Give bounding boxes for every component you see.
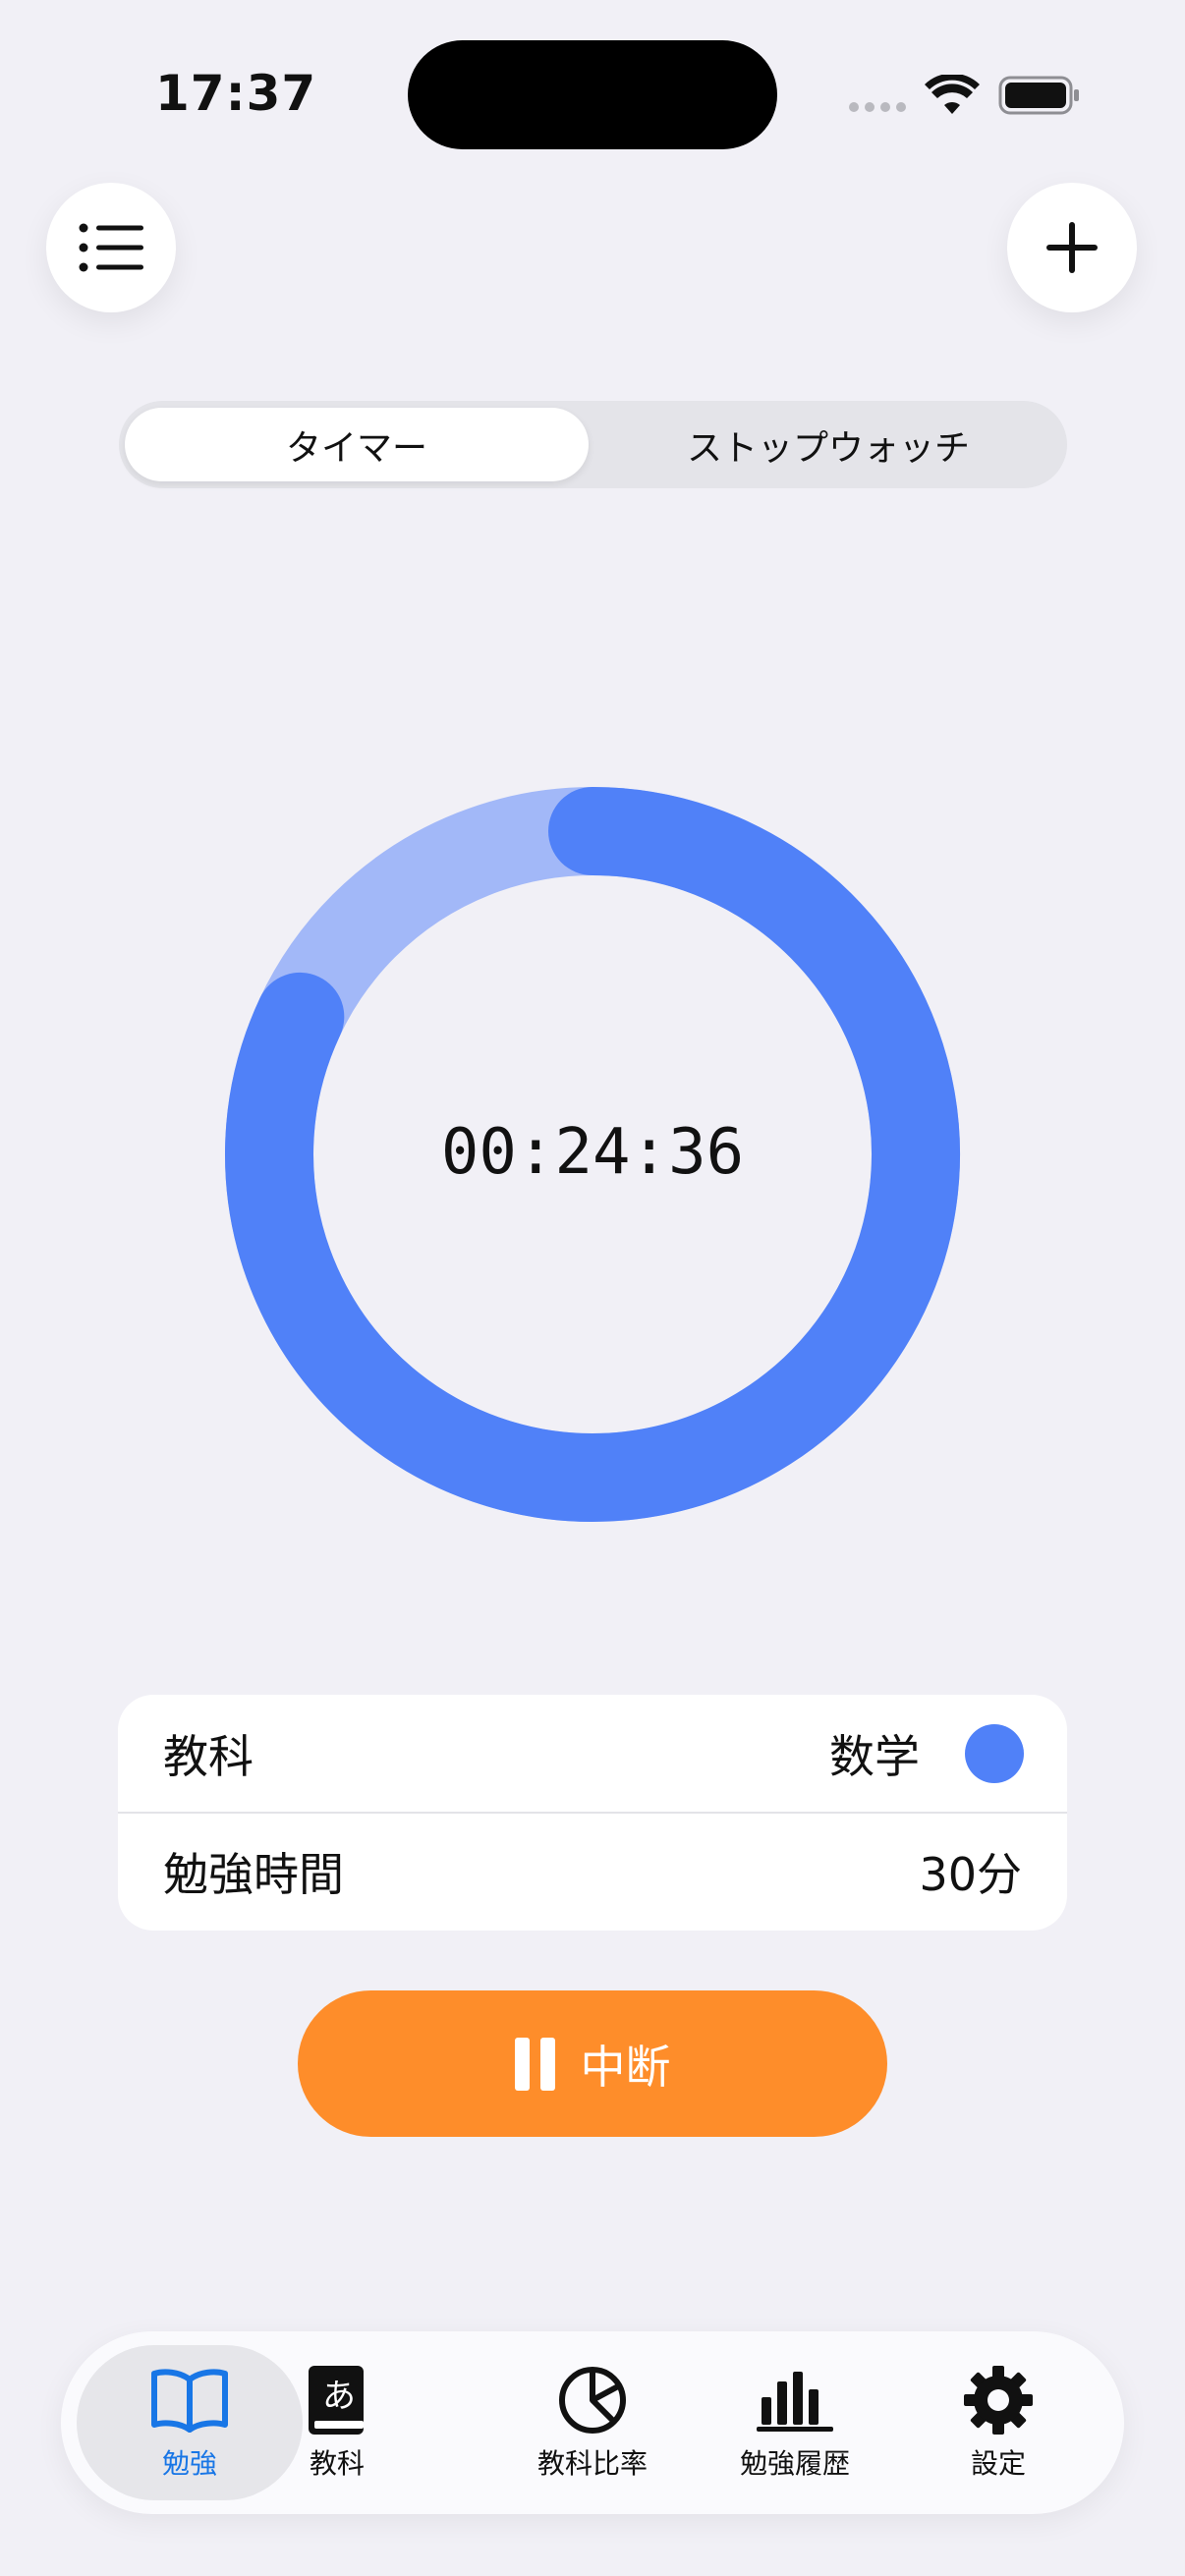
segment-stopwatch[interactable]: ストップウォッチ [596, 408, 1060, 481]
subject-label: 教科 [163, 1730, 254, 1783]
wifi-icon [925, 75, 980, 114]
cellular-signal-icon [849, 102, 906, 112]
tab-label: 勉強 [161, 2447, 217, 2480]
pause-icon [514, 2037, 555, 2091]
mode-segmented-control: タイマー ストップウォッチ [119, 401, 1067, 488]
bar-chart-icon [757, 2372, 833, 2432]
tab-study-history[interactable]: 勉強履歴 [682, 2345, 908, 2500]
subject-color-dot [965, 1724, 1024, 1783]
tab-label: 勉強履歴 [739, 2447, 850, 2480]
tab-subjects[interactable]: あ 教科 [224, 2345, 450, 2500]
dynamic-island [408, 40, 777, 149]
timer-display: 00:24:36 [440, 1116, 745, 1189]
pause-label: 中断 [580, 2040, 671, 2094]
tab-subject-ratio[interactable]: 教科比率 [480, 2345, 705, 2500]
tab-settings[interactable]: 設定 [885, 2345, 1111, 2500]
battery-icon [998, 76, 1079, 115]
tab-label: 教科 [309, 2447, 365, 2480]
plus-icon [1046, 222, 1098, 273]
tab-bar: 勉強 あ 教科 教科比率 勉強履歴 設定 [61, 2331, 1124, 2514]
pause-button[interactable]: 中断 [298, 1990, 887, 2137]
list-icon [79, 223, 143, 272]
duration-label: 勉強時間 [163, 1848, 344, 1901]
book-closed-icon: あ [309, 2366, 364, 2435]
menu-button[interactable] [46, 183, 176, 312]
session-info-card: 教科 数学 勉強時間 30分 [118, 1695, 1067, 1931]
subject-row[interactable]: 教科 数学 [118, 1695, 1067, 1813]
svg-text:あ: あ [322, 2377, 356, 2416]
segment-timer[interactable]: タイマー [125, 408, 589, 481]
add-button[interactable] [1007, 183, 1137, 312]
tab-label: 教科比率 [536, 2447, 648, 2480]
subject-value: 数学 [829, 1730, 920, 1783]
status-time: 17:37 [155, 65, 317, 122]
duration-value: 30分 [919, 1848, 1022, 1901]
pie-chart-icon [559, 2367, 626, 2434]
tab-label: 設定 [970, 2447, 1026, 2480]
gear-icon [964, 2366, 1033, 2435]
book-open-icon [151, 2369, 228, 2433]
duration-row[interactable]: 勉強時間 30分 [118, 1813, 1067, 1931]
